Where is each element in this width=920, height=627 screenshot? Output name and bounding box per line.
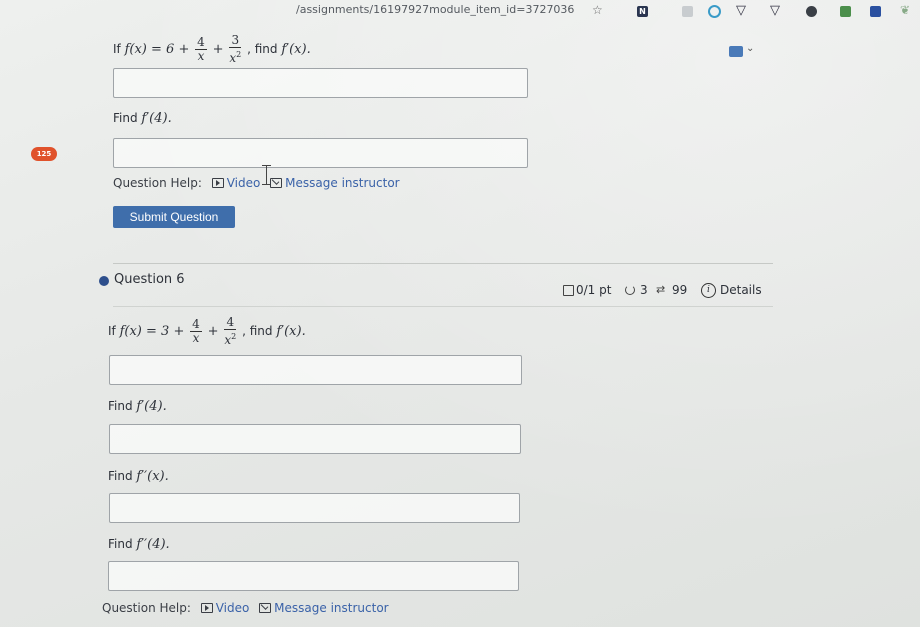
q6-title: Question 6 bbox=[114, 272, 185, 287]
extension-grid-icon[interactable] bbox=[682, 6, 693, 17]
extension-shield-icon[interactable]: ▽ bbox=[736, 3, 746, 18]
q6-target: f′(x). bbox=[276, 324, 306, 339]
q6-prompt: If f(x) = 3 + 4x + 4 x2 , find f′(x). bbox=[108, 315, 306, 347]
q6-help-label: Question Help: bbox=[102, 601, 191, 615]
extension-filter-icon[interactable]: ▽ bbox=[770, 3, 780, 18]
submit-question-button[interactable]: Submit Question bbox=[113, 206, 235, 228]
q6-score: 0/1 pt bbox=[576, 283, 612, 297]
video-icon bbox=[200, 603, 213, 613]
q6-find-3-expression: f′′(4). bbox=[136, 537, 170, 552]
retry-icon bbox=[625, 285, 635, 295]
q5-question-help: Question Help: Video Message instructor bbox=[113, 176, 400, 190]
q6-expression: f(x) = 3 + bbox=[119, 324, 185, 339]
q6-message-instructor-link[interactable]: Message instructor bbox=[274, 601, 388, 615]
calculator-icon bbox=[729, 46, 743, 57]
extension-ring-icon[interactable] bbox=[708, 5, 721, 18]
chevron-down-icon: ⌄ bbox=[746, 43, 755, 54]
q5-answer-input-1[interactable] bbox=[113, 68, 528, 98]
q6-prompt-suffix: , find bbox=[242, 324, 273, 338]
message-icon bbox=[259, 603, 272, 613]
q6-fraction-2: 4 x2 bbox=[224, 315, 237, 347]
submissions-icon: ⇄ bbox=[656, 283, 666, 296]
q6-details-link[interactable]: Details bbox=[720, 283, 762, 297]
extension-circle-icon[interactable] bbox=[806, 6, 817, 17]
q6-video-link[interactable]: Video bbox=[216, 601, 250, 615]
q5-target: f′(x). bbox=[281, 42, 311, 57]
q6-answer-input-3[interactable] bbox=[109, 493, 520, 523]
q6-answer-input-2[interactable] bbox=[109, 424, 521, 454]
q5-video-link[interactable]: Video bbox=[227, 176, 261, 190]
q5-prompt-prefix: If bbox=[113, 42, 121, 56]
q6-find-2-expression: f′′(x). bbox=[136, 469, 169, 484]
q5-expression: f(x) = 6 + bbox=[124, 42, 190, 57]
q6-prompt-prefix: If bbox=[108, 324, 116, 338]
q6-answer-input-1[interactable] bbox=[109, 355, 522, 385]
q6-find-1-expression: f′(4). bbox=[136, 399, 167, 414]
browser-toolbar: /assignments/16197927module_item_id=3727… bbox=[0, 0, 920, 26]
extension-leaf-icon[interactable]: ❦ bbox=[900, 3, 910, 17]
q5-fraction-1: 4x bbox=[195, 35, 207, 63]
notification-badge: 125 bbox=[31, 147, 57, 161]
q5-find-label: Find f′(4). bbox=[113, 111, 172, 126]
q6-find-3: Find f′′(4). bbox=[108, 537, 170, 552]
question-status-dot bbox=[99, 276, 109, 286]
extension-square-icon[interactable] bbox=[840, 6, 851, 17]
q6-answer-input-4[interactable] bbox=[108, 561, 519, 591]
score-checkbox-icon bbox=[563, 285, 574, 296]
q5-help-label: Question Help: bbox=[113, 176, 202, 190]
extension-n-icon[interactable]: N bbox=[637, 6, 648, 17]
q5-fraction-2: 3 x2 bbox=[229, 33, 242, 65]
q5-prompt: If f(x) = 6 + 4x + 3 x2 , find f′(x). bbox=[113, 33, 311, 65]
calculator-tool-icon[interactable]: ⌄ bbox=[729, 43, 755, 58]
message-icon bbox=[270, 178, 283, 188]
extension-flag-icon[interactable] bbox=[870, 6, 881, 17]
q6-find-1: Find f′(4). bbox=[108, 399, 167, 414]
q6-question-help: Question Help: Video Message instructor bbox=[102, 601, 389, 615]
address-bar[interactable]: /assignments/16197927module_item_id=3727… bbox=[296, 3, 574, 16]
info-icon[interactable]: i bbox=[701, 283, 716, 298]
q5-find-expression: f′(4). bbox=[141, 111, 172, 126]
q6-submissions: 99 bbox=[672, 283, 688, 297]
q6-retries: 3 bbox=[640, 283, 648, 297]
q6-find-2: Find f′′(x). bbox=[108, 469, 169, 484]
bookmark-star-icon[interactable]: ☆ bbox=[592, 3, 603, 17]
q5-prompt-suffix: , find bbox=[247, 42, 278, 56]
q5-answer-input-2[interactable] bbox=[113, 138, 528, 168]
question-header-divider bbox=[113, 306, 773, 307]
q5-message-instructor-link[interactable]: Message instructor bbox=[285, 176, 399, 190]
question-divider bbox=[113, 263, 773, 264]
q6-fraction-1: 4x bbox=[190, 317, 202, 345]
video-icon bbox=[211, 178, 224, 188]
